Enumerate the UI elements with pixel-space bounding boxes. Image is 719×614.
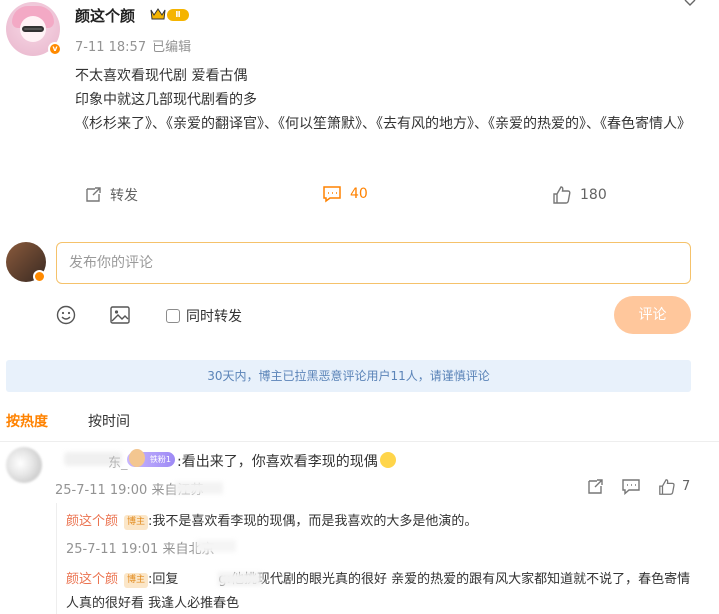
comment-text: :看出来了，你喜欢看李现的现偶 bbox=[177, 451, 396, 471]
reply-author[interactable]: 颜这个颜 bbox=[66, 572, 118, 587]
repost-option-label: 同时转发 bbox=[186, 309, 242, 325]
post-body: 不太喜欢看现代剧 爱看古偶 印象中就这几部现代剧看的多 《杉杉来了》、《亲爱的翻… bbox=[75, 64, 700, 136]
commenter-avatar[interactable] bbox=[6, 447, 42, 483]
commenter-name[interactable]: 东_ bbox=[108, 452, 128, 471]
repost-button[interactable]: 转发 bbox=[84, 185, 138, 205]
comment-icon bbox=[323, 186, 341, 203]
reply-item: 颜这个颜 博主:回复 g:他挑现代剧的眼光真的很好 亲爱的热爱的跟有风大家都知道就不… bbox=[66, 568, 698, 614]
reply-prefix: :回复 bbox=[148, 572, 179, 587]
comment-button[interactable]: 40 bbox=[322, 185, 368, 203]
reply-item: 颜这个颜 博主:我不是喜欢看李现的现偶，而是我喜欢的大多是他演的。 bbox=[66, 510, 477, 530]
notice-banner: 30天内，博主已拉黑恶意评论用户11人，请谨慎评论 bbox=[6, 360, 691, 392]
laugh-emoji-icon bbox=[379, 452, 396, 468]
comment-input[interactable] bbox=[56, 242, 691, 284]
sort-by-time[interactable]: 按时间 bbox=[88, 411, 130, 431]
repost-checkbox[interactable]: 同时转发 bbox=[166, 306, 242, 326]
reply-text: :我不是喜欢看李现的现偶，而是我喜欢的大多是他演的。 bbox=[148, 514, 478, 529]
poster-tag: 博主 bbox=[124, 573, 149, 588]
thumbs-up-icon[interactable] bbox=[658, 478, 676, 496]
poster-tag: 博主 bbox=[124, 515, 149, 530]
submit-comment-button[interactable]: 评论 bbox=[614, 296, 691, 334]
like-button[interactable]: 180 bbox=[552, 185, 607, 205]
checkbox[interactable] bbox=[166, 309, 180, 323]
fan-badge: 铁粉1 bbox=[127, 449, 175, 467]
repost-label: 转发 bbox=[110, 188, 138, 204]
crown-icon bbox=[150, 8, 166, 20]
image-icon[interactable] bbox=[110, 306, 130, 324]
repost-icon[interactable] bbox=[586, 478, 604, 496]
post-time[interactable]: 7-11 18:57 bbox=[75, 40, 146, 55]
repost-icon bbox=[86, 187, 101, 202]
name-redacted bbox=[218, 572, 262, 586]
comment-count: 40 bbox=[350, 186, 368, 202]
comment-like-count: 7 bbox=[682, 479, 691, 494]
sort-by-hot[interactable]: 按热度 bbox=[6, 411, 48, 431]
post-line: 印象中就这几部现代剧看的多 bbox=[75, 92, 257, 108]
chevron-down-icon[interactable] bbox=[683, 0, 697, 10]
author-name[interactable]: 颜这个颜 bbox=[75, 5, 135, 26]
verified-icon bbox=[33, 270, 46, 283]
emoji-icon[interactable] bbox=[56, 305, 76, 325]
post-line: 《杉杉来了》、《亲爱的翻译官》、《何以笙箫默》、《去有风的地方》、《亲爱的热爱的… bbox=[75, 116, 691, 132]
divider bbox=[0, 441, 719, 442]
location-redacted bbox=[175, 482, 223, 494]
thumbs-up-icon bbox=[553, 186, 571, 204]
comment-icon[interactable] bbox=[622, 479, 640, 495]
post-meta: 7-11 18:57 已编辑 bbox=[75, 36, 191, 55]
vip-badge: Ⅱ bbox=[167, 9, 189, 21]
verified-icon: v bbox=[48, 42, 62, 56]
like-count: 180 bbox=[580, 187, 607, 203]
comment-body: :看出来了，你喜欢看李现的现偶 bbox=[177, 454, 378, 470]
reply-meta: 25-7-11 19:01 来自北京 bbox=[66, 542, 215, 557]
edited-label: 已编辑 bbox=[152, 40, 192, 55]
location-redacted bbox=[196, 540, 236, 552]
reply-author[interactable]: 颜这个颜 bbox=[66, 514, 118, 529]
post-line: 不太喜欢看现代剧 爱看古偶 bbox=[75, 68, 248, 84]
